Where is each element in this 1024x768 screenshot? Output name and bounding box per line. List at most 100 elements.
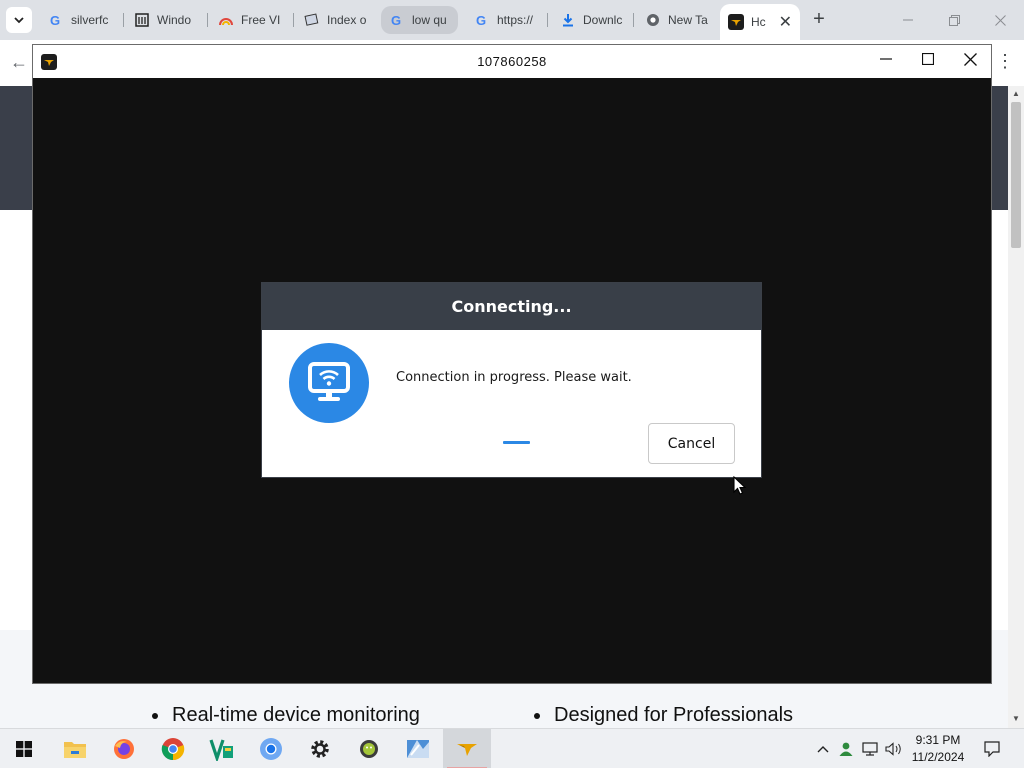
tray-expand-button[interactable] xyxy=(814,729,832,768)
settings-icon xyxy=(311,740,329,758)
feature-item-2: Designed for Professionals xyxy=(534,704,793,727)
download-icon xyxy=(560,12,576,28)
tab-label: silverfc xyxy=(71,13,109,27)
vectr-icon xyxy=(209,739,233,761)
browser-minimize-button[interactable] xyxy=(885,0,931,40)
taskbar-android[interactable] xyxy=(345,729,393,768)
browser-menu-icon[interactable]: ⋮ xyxy=(996,52,1014,70)
taskbar-chrome[interactable] xyxy=(149,729,197,768)
taskbar-chromium[interactable] xyxy=(247,729,295,768)
close-tab-icon[interactable]: ✕ xyxy=(779,12,792,32)
browser-tab-4[interactable]: Index o xyxy=(296,6,378,34)
google-icon: G xyxy=(389,12,405,28)
connection-progress-indicator xyxy=(503,441,530,444)
browser-tab-5[interactable]: G low qu xyxy=(381,6,458,34)
new-tab-button[interactable]: + xyxy=(808,9,830,31)
index-icon xyxy=(304,12,320,28)
tab-label: Hc xyxy=(751,15,766,29)
system-clock[interactable]: 9:31 PM 11/2/2024 xyxy=(905,732,971,766)
session-close-button[interactable] xyxy=(949,45,991,73)
clock-time: 9:31 PM xyxy=(915,733,961,747)
dialog-title: Connecting... xyxy=(262,283,761,330)
anydesk-icon xyxy=(728,14,744,30)
tab-search-button[interactable] xyxy=(6,7,32,33)
taskbar-firefox[interactable] xyxy=(100,729,148,768)
network-icon xyxy=(862,742,878,756)
feature-item-1: Real-time device monitoring xyxy=(152,704,420,727)
close-icon xyxy=(994,14,1006,26)
dialog-message: Connection in progress. Please wait. xyxy=(396,370,632,385)
session-id-title: 107860258 xyxy=(477,54,547,69)
taskbar-app[interactable] xyxy=(394,729,442,768)
chrome-icon xyxy=(645,12,661,28)
start-button[interactable] xyxy=(0,729,48,768)
scrollbar-thumb[interactable] xyxy=(1011,102,1021,248)
browser-tab-active[interactable]: Hc ✕ xyxy=(720,4,800,40)
browser-tab-2[interactable]: Windo xyxy=(126,6,208,34)
svg-text:G: G xyxy=(50,13,60,27)
back-arrow-icon[interactable]: ← xyxy=(10,52,28,73)
monitor-wifi-icon xyxy=(289,343,369,423)
app-icon xyxy=(407,740,429,758)
chevron-down-icon xyxy=(14,17,24,24)
session-title-bar: 107860258 xyxy=(33,45,991,78)
browser-tab-7[interactable]: Downlc xyxy=(552,6,634,34)
session-maximize-button[interactable] xyxy=(907,45,949,73)
minimize-icon xyxy=(880,58,892,60)
browser-tab-3[interactable]: Free VI xyxy=(210,6,294,34)
firefox-icon xyxy=(114,739,134,759)
kangaroo-icon xyxy=(457,744,477,756)
feature-text: Designed for Professionals xyxy=(554,704,794,726)
maximize-icon xyxy=(922,53,934,65)
taskbar-settings[interactable] xyxy=(296,729,344,768)
taskbar-vectr[interactable] xyxy=(198,729,246,768)
chrome-icon xyxy=(161,738,185,761)
anydesk-icon xyxy=(41,54,57,70)
tab-label: https:// xyxy=(497,13,534,27)
tab-label: New Ta xyxy=(668,13,708,27)
notification-icon xyxy=(984,741,1000,757)
session-minimize-button[interactable] xyxy=(865,45,907,73)
taskbar-file-explorer[interactable] xyxy=(51,729,99,768)
tab-label: Downlc xyxy=(583,13,623,27)
feature-text: Real-time device monitoring xyxy=(172,704,420,726)
close-icon xyxy=(963,52,977,66)
browser-tab-6[interactable]: G https:// xyxy=(466,6,548,34)
browser-tab-8[interactable]: New Ta xyxy=(637,6,717,34)
taskbar-anydesk[interactable] xyxy=(443,729,491,768)
user-icon xyxy=(839,742,853,756)
action-center-button[interactable] xyxy=(976,729,1008,768)
android-icon xyxy=(360,740,378,758)
svg-text:G: G xyxy=(476,13,486,27)
tray-volume[interactable] xyxy=(884,729,904,768)
clock-date: 11/2/2024 xyxy=(911,750,965,764)
scroll-up-icon[interactable]: ▲ xyxy=(1012,89,1020,98)
browser-restore-button[interactable] xyxy=(931,0,977,40)
google-icon: G xyxy=(474,12,490,28)
chevron-up-icon xyxy=(817,746,829,753)
speaker-icon xyxy=(885,742,901,756)
windows-taskbar: 9:31 PM 11/2/2024 xyxy=(0,728,1024,768)
rainbow-icon xyxy=(218,12,234,28)
browser-tab-1[interactable]: G silverfc xyxy=(40,6,124,34)
bullet-icon xyxy=(152,712,158,719)
tab-label: low qu xyxy=(412,13,447,27)
browser-tab-bar: G silverfc Windo Free VI Index o G low q… xyxy=(0,0,1024,40)
svg-text:G: G xyxy=(391,13,401,27)
windows-archive-icon xyxy=(134,12,150,28)
scroll-down-icon[interactable]: ▼ xyxy=(1012,714,1020,723)
connecting-dialog: Connecting... Connection in progress. Pl… xyxy=(261,282,762,478)
windows-start-icon xyxy=(16,741,32,757)
minimize-icon xyxy=(903,19,913,21)
tab-label: Index o xyxy=(327,13,367,27)
cancel-button[interactable]: Cancel xyxy=(648,423,735,464)
restore-icon xyxy=(948,14,960,26)
browser-close-button[interactable] xyxy=(977,0,1023,40)
page-scrollbar[interactable]: ▲ ▼ xyxy=(1008,86,1024,728)
tray-network[interactable] xyxy=(860,729,880,768)
mouse-cursor-icon xyxy=(733,476,747,495)
chromium-icon xyxy=(260,738,282,760)
google-icon: G xyxy=(48,12,64,28)
tray-user-app[interactable] xyxy=(836,729,856,768)
tab-label: Windo xyxy=(157,13,192,27)
